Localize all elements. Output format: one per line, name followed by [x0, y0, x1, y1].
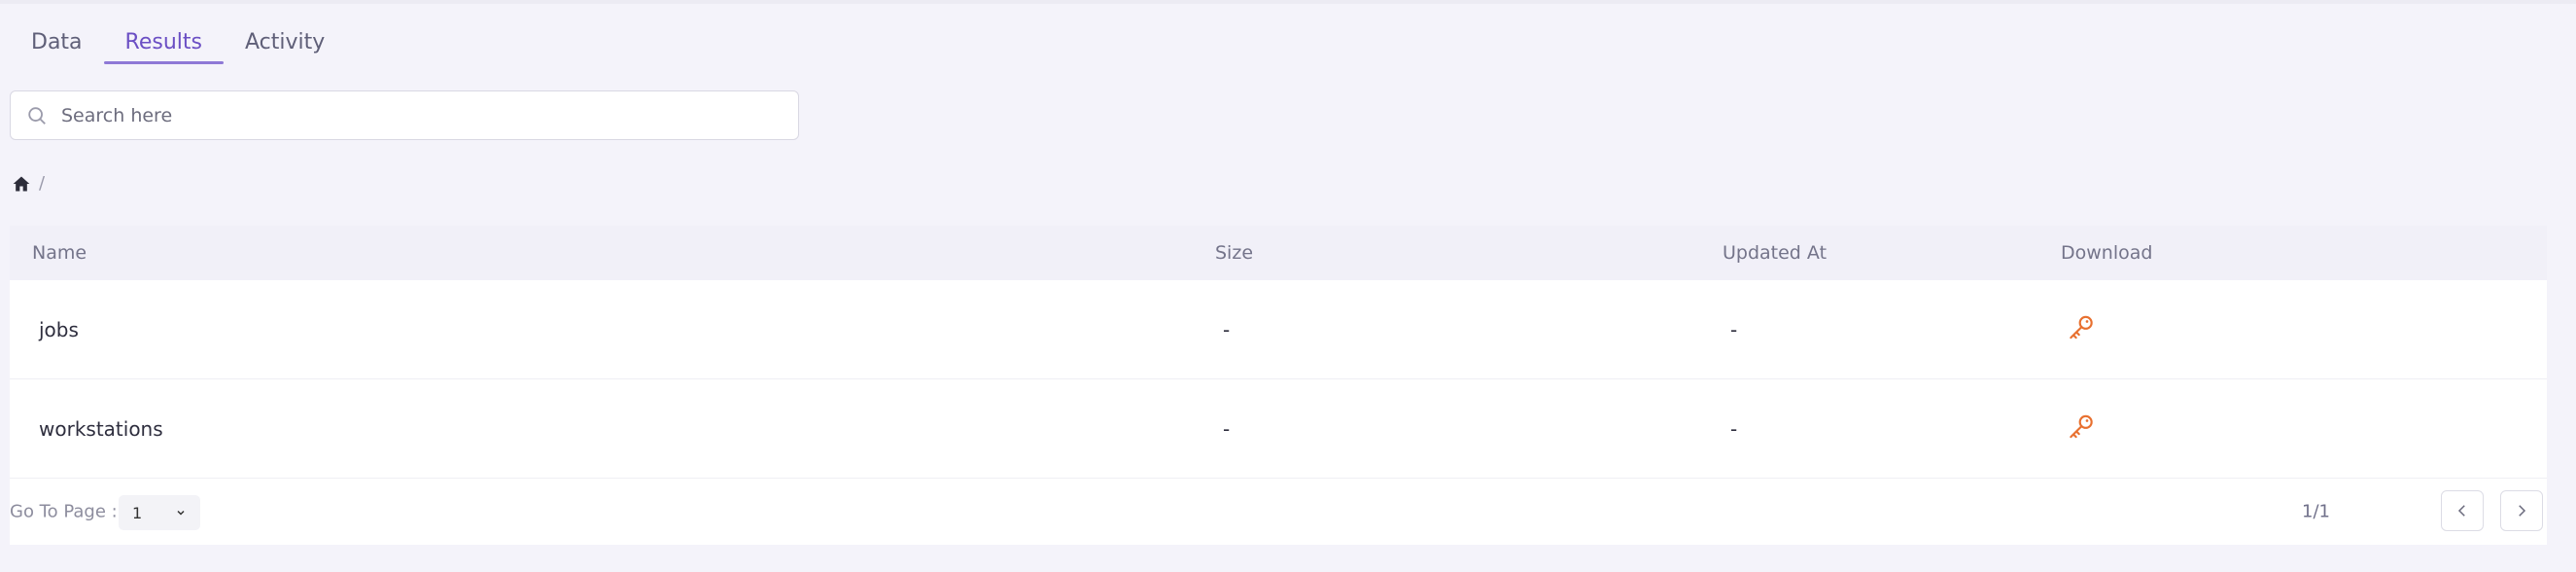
goto-page-label: Go To Page : — [10, 501, 118, 522]
row-size: - — [1223, 416, 1231, 441]
download-button[interactable] — [2066, 411, 2097, 447]
table-header: Name Size Updated At Download — [10, 226, 2547, 280]
table-row[interactable]: jobs - - — [10, 280, 2547, 379]
column-header-updated-at[interactable]: Updated At — [1723, 242, 1827, 264]
breadcrumb: / — [12, 173, 45, 194]
tab-data[interactable]: Data — [10, 21, 104, 64]
row-updated-at: - — [1730, 317, 1738, 341]
breadcrumb-separator: / — [39, 173, 46, 194]
search-input[interactable] — [59, 103, 783, 127]
row-updated-at: - — [1730, 416, 1738, 441]
prev-page-button[interactable] — [2441, 490, 2484, 531]
page-select[interactable]: 1 — [119, 495, 200, 530]
table-row[interactable]: workstations - - — [10, 379, 2547, 479]
top-border — [0, 0, 2576, 4]
column-header-download: Download — [2061, 242, 2153, 264]
home-icon[interactable] — [12, 174, 31, 194]
chevron-down-icon — [177, 510, 185, 516]
row-name[interactable]: jobs — [39, 318, 79, 341]
tab-activity[interactable]: Activity — [224, 21, 346, 64]
next-page-button[interactable] — [2500, 490, 2543, 531]
page-count: 1/1 — [2302, 501, 2330, 522]
row-name[interactable]: workstations — [39, 417, 163, 441]
results-table: Name Size Updated At Download jobs - - w… — [10, 226, 2547, 545]
search-box — [10, 90, 799, 140]
tab-results[interactable]: Results — [103, 21, 225, 64]
tab-bar: Data Results Activity — [10, 21, 346, 66]
chevron-right-icon — [2519, 505, 2526, 517]
key-icon[interactable] — [2066, 311, 2097, 342]
chevron-left-icon — [2457, 505, 2465, 517]
row-size: - — [1223, 317, 1231, 341]
search-icon — [28, 106, 46, 125]
page-select-value: 1 — [132, 503, 143, 522]
key-icon[interactable] — [2066, 411, 2097, 442]
column-header-size[interactable]: Size — [1215, 242, 1253, 264]
download-button[interactable] — [2066, 311, 2097, 347]
pagination-bar: Go To Page : 1 1/1 — [10, 479, 2547, 545]
column-header-name[interactable]: Name — [32, 242, 87, 264]
